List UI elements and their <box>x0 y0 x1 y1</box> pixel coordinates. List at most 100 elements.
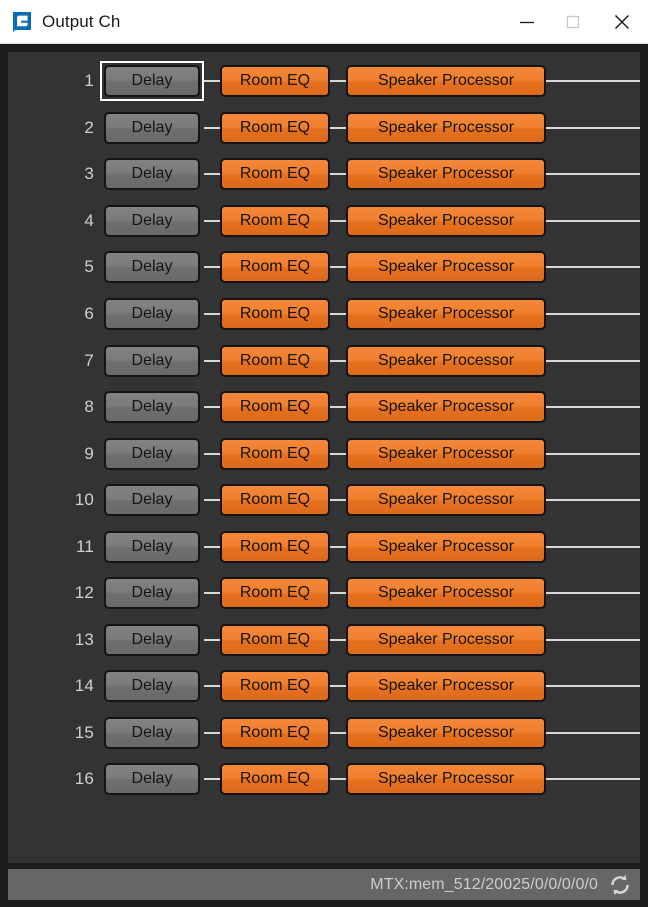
connector-line <box>204 126 220 129</box>
room-eq-button[interactable]: Room EQ <box>220 670 330 703</box>
delay-button[interactable]: Delay <box>104 344 200 377</box>
connector-line <box>204 685 220 688</box>
room-eq-button[interactable]: Room EQ <box>220 437 330 470</box>
connector-line-output <box>546 173 640 176</box>
channel-number: 3 <box>84 164 94 184</box>
delay-button[interactable]: Delay <box>104 670 200 703</box>
connector-line <box>330 499 346 502</box>
speaker-processor-button[interactable]: Speaker Processor <box>346 204 546 237</box>
channel-number: 16 <box>74 769 94 789</box>
room-eq-button[interactable]: Room EQ <box>220 298 330 330</box>
delay-button-wrapper: Delay <box>100 341 204 381</box>
status-bar-area: MTX:mem_512/20025/0/0/0/0/0 <box>0 863 648 907</box>
delay-button-wrapper: Delay <box>100 759 204 799</box>
connector-line <box>204 219 220 222</box>
delay-button-wrapper: Delay <box>100 480 204 520</box>
delay-button[interactable]: Delay <box>104 623 200 656</box>
connector-line <box>330 80 346 83</box>
channel-row: 7 Delay Room EQ Speaker Processor <box>8 337 640 384</box>
delay-button[interactable]: Delay <box>104 530 200 563</box>
room-eq-button[interactable]: Room EQ <box>220 623 330 656</box>
channel-number: 4 <box>84 210 94 230</box>
channel-row: 6 Delay Room EQ Speaker Processor <box>8 291 640 338</box>
channel-row: 10 Delay Room EQ Speaker Processor <box>8 477 640 524</box>
delay-button-wrapper: Delay <box>100 666 204 706</box>
connector-line <box>330 685 346 688</box>
room-eq-button[interactable]: Room EQ <box>220 65 330 98</box>
room-eq-button[interactable]: Room EQ <box>220 204 330 237</box>
connector-line <box>330 731 346 734</box>
channel-number: 11 <box>75 536 94 556</box>
channel-number: 7 <box>84 350 94 370</box>
room-eq-button[interactable]: Room EQ <box>220 484 330 517</box>
delay-button[interactable]: Delay <box>104 251 200 284</box>
delay-button[interactable]: Delay <box>104 298 200 330</box>
refresh-sync-icon[interactable] <box>607 872 633 898</box>
delay-button[interactable]: Delay <box>104 484 200 517</box>
delay-button[interactable]: Delay <box>104 111 200 144</box>
connector-line <box>204 499 220 502</box>
speaker-processor-button[interactable]: Speaker Processor <box>346 391 546 424</box>
connector-line <box>204 80 220 83</box>
channel-row: 13 Delay Room EQ Speaker Processor <box>8 617 640 664</box>
speaker-processor-button[interactable]: Speaker Processor <box>346 158 546 191</box>
room-eq-button[interactable]: Room EQ <box>220 344 330 377</box>
speaker-processor-button[interactable]: Speaker Processor <box>346 437 546 470</box>
room-eq-button[interactable]: Room EQ <box>220 530 330 563</box>
speaker-processor-button[interactable]: Speaker Processor <box>346 344 546 377</box>
delay-button[interactable]: Delay <box>104 437 200 470</box>
speaker-processor-button[interactable]: Speaker Processor <box>346 716 546 749</box>
channel-number: 1 <box>84 71 94 91</box>
room-eq-button[interactable]: Room EQ <box>220 111 330 144</box>
close-icon <box>615 14 629 29</box>
speaker-processor-button[interactable]: Speaker Processor <box>346 670 546 703</box>
room-eq-button[interactable]: Room EQ <box>220 763 330 796</box>
speaker-processor-button[interactable]: Speaker Processor <box>346 298 546 330</box>
delay-button[interactable]: Delay <box>104 763 200 796</box>
room-eq-button[interactable]: Room EQ <box>220 391 330 424</box>
channel-row-list: 1 Delay Room EQ Speaker Processor 2 Delay Room… <box>8 58 640 803</box>
delay-button[interactable]: Delay <box>104 716 200 749</box>
speaker-processor-button[interactable]: Speaker Processor <box>346 623 546 656</box>
delay-button-wrapper: Delay <box>100 527 204 567</box>
delay-button-wrapper: Delay <box>100 434 204 474</box>
connector-line <box>330 406 346 409</box>
connector-line-output <box>546 452 640 455</box>
delay-button-wrapper: Delay <box>100 573 204 613</box>
channel-number: 13 <box>74 629 94 649</box>
connector-line <box>204 313 220 315</box>
delay-button[interactable]: Delay <box>104 204 200 237</box>
connector-line-output <box>546 638 640 641</box>
connector-line <box>204 359 220 362</box>
channel-row: 11 Delay Room EQ Speaker Processor <box>8 523 640 570</box>
room-eq-button[interactable]: Room EQ <box>220 577 330 610</box>
title-bar: Output Ch <box>0 0 648 44</box>
connector-line-output <box>546 266 640 269</box>
speaker-processor-button[interactable]: Speaker Processor <box>346 763 546 796</box>
speaker-processor-button[interactable]: Speaker Processor <box>346 65 546 98</box>
room-eq-button[interactable]: Room EQ <box>220 251 330 284</box>
window-controls <box>504 0 648 43</box>
channel-number: 10 <box>74 490 94 510</box>
close-button[interactable] <box>596 0 648 43</box>
speaker-processor-button[interactable]: Speaker Processor <box>346 251 546 284</box>
speaker-processor-button[interactable]: Speaker Processor <box>346 530 546 563</box>
connector-line <box>204 638 220 641</box>
connector-line <box>330 778 346 781</box>
maximize-button[interactable] <box>550 0 596 43</box>
connector-line-output <box>546 359 640 362</box>
room-eq-button[interactable]: Room EQ <box>220 716 330 749</box>
room-eq-button[interactable]: Room EQ <box>220 158 330 191</box>
speaker-processor-button[interactable]: Speaker Processor <box>346 111 546 144</box>
channel-number: 8 <box>84 397 94 417</box>
minimize-button[interactable] <box>504 0 550 43</box>
delay-button[interactable]: Delay <box>104 577 200 610</box>
channel-row: 4 Delay Room EQ Speaker Processor <box>8 198 640 245</box>
delay-button[interactable]: Delay <box>104 391 200 424</box>
speaker-processor-button[interactable]: Speaker Processor <box>346 577 546 610</box>
connector-line <box>330 219 346 222</box>
speaker-processor-button[interactable]: Speaker Processor <box>346 484 546 517</box>
delay-button[interactable]: Delay <box>104 65 200 98</box>
delay-button[interactable]: Delay <box>104 158 200 191</box>
channel-row: 1 Delay Room EQ Speaker Processor <box>8 58 640 105</box>
